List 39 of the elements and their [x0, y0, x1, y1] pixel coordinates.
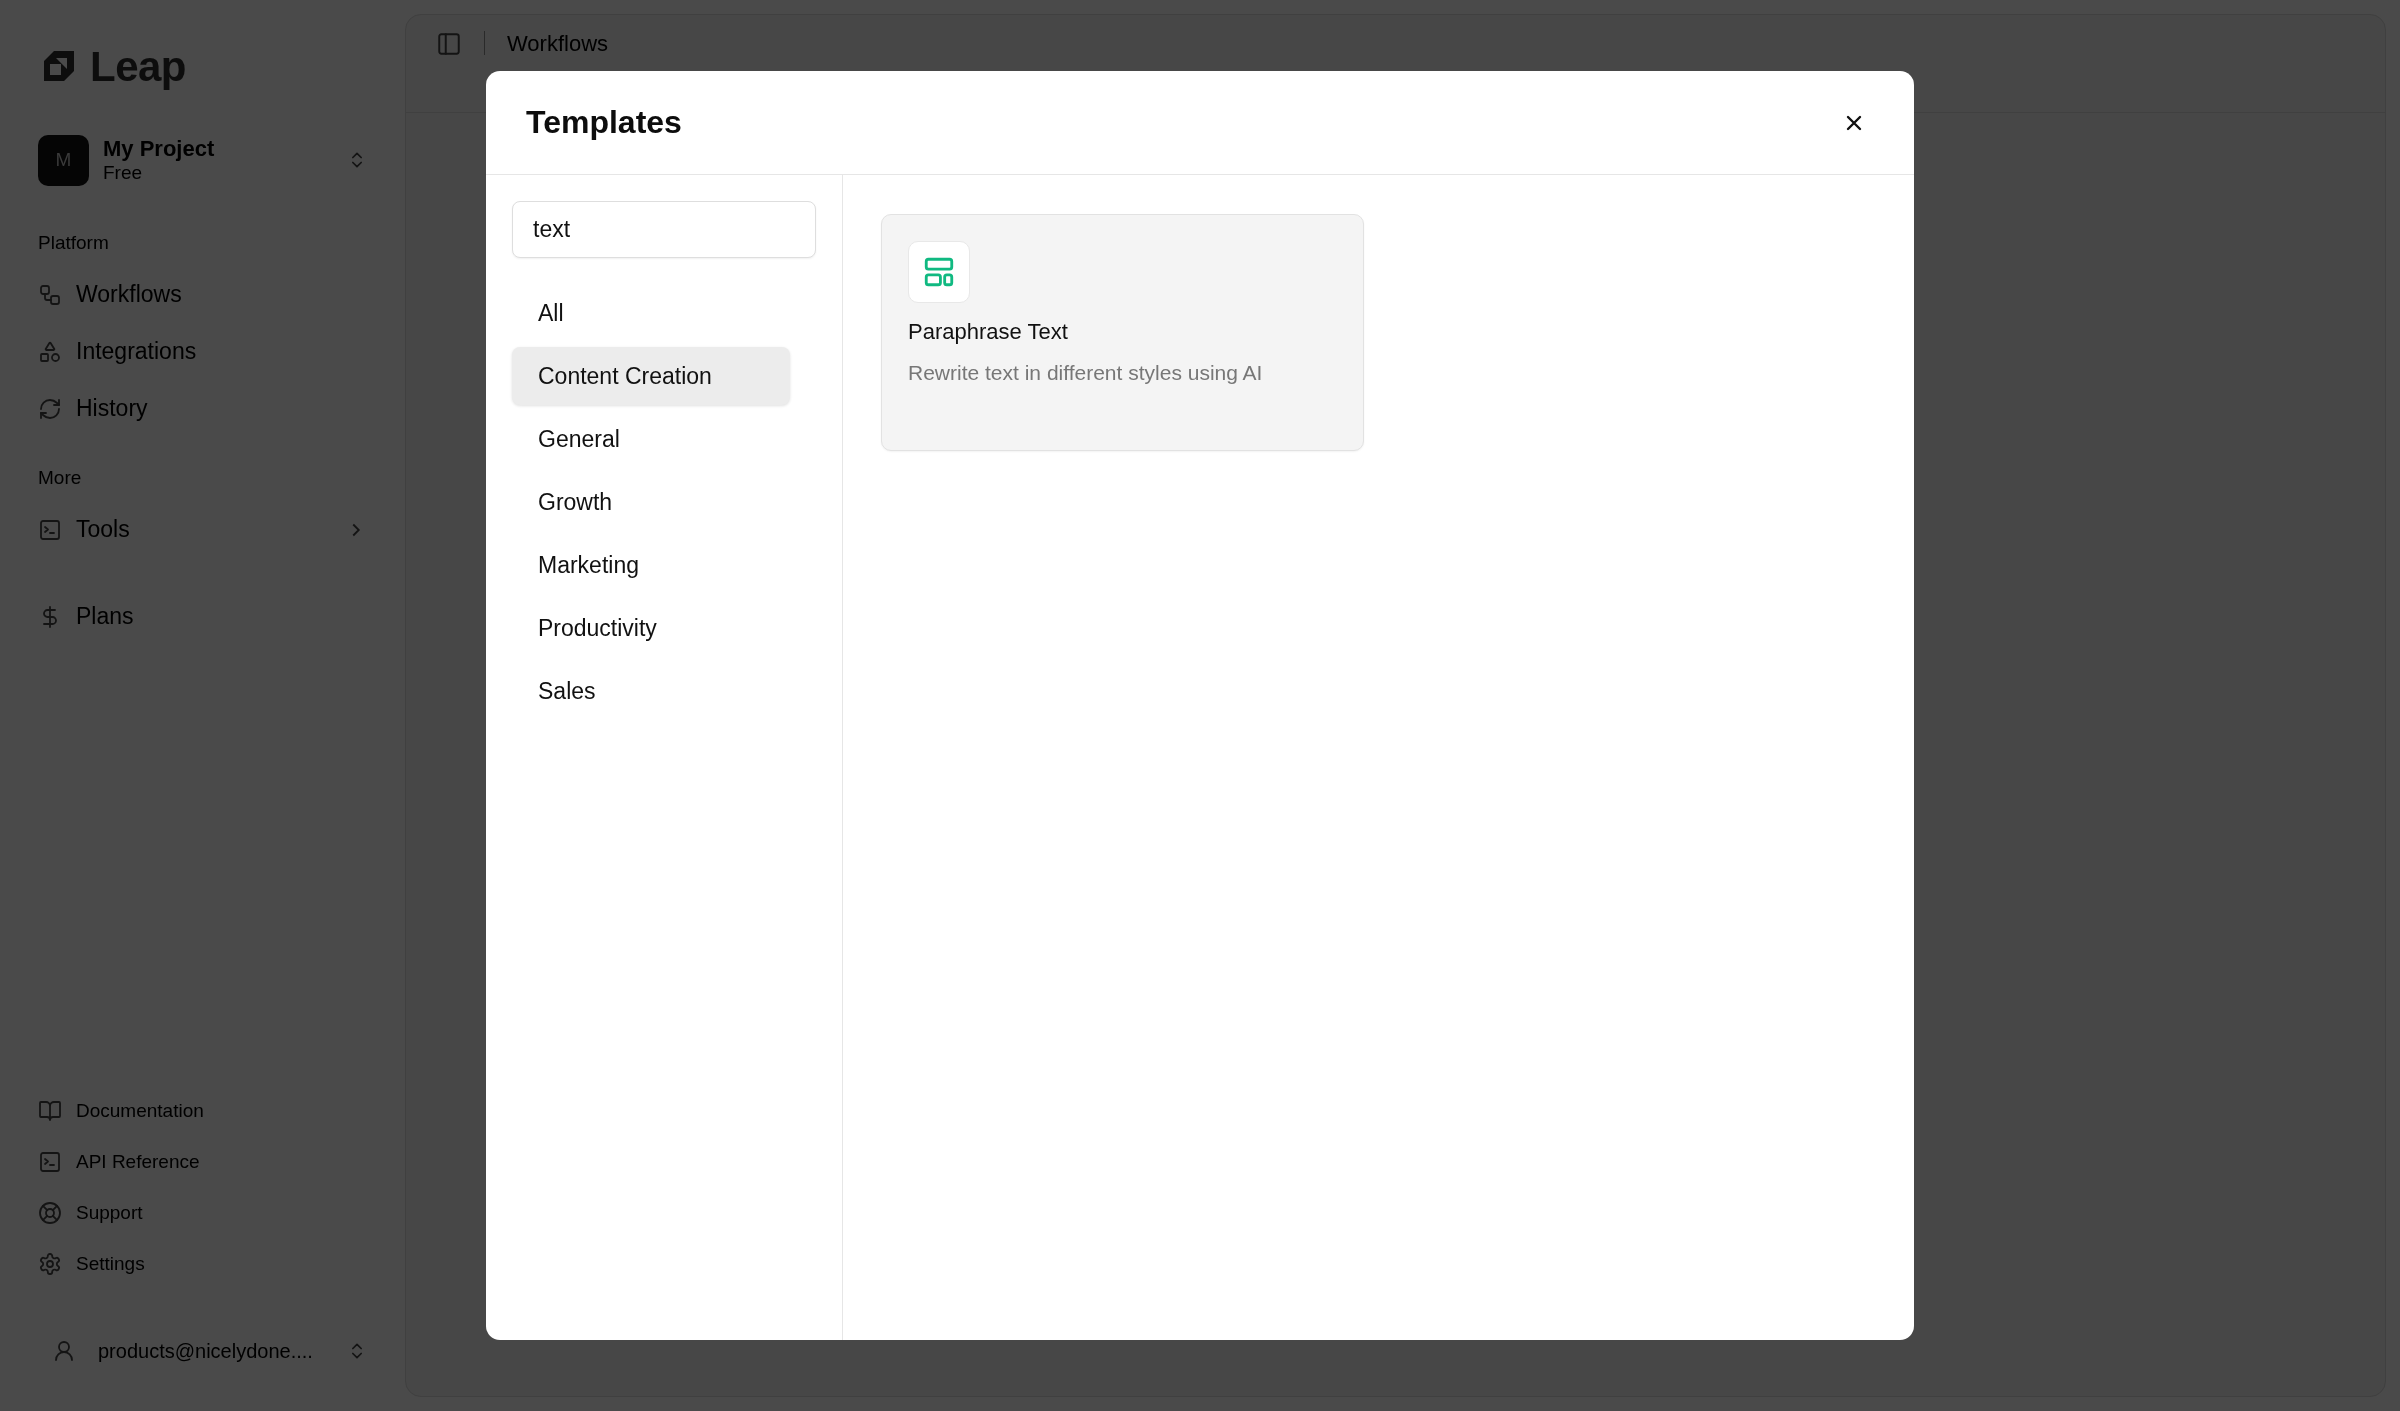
sidebar-toggle-icon[interactable] — [436, 31, 462, 57]
template-card[interactable]: Paraphrase Text Rewrite text in different styles using AI — [881, 214, 1364, 451]
nav-item[interactable]: Tools — [38, 501, 367, 558]
breadcrumb[interactable]: Workflows — [507, 31, 609, 57]
footer-link[interactable]: Settings — [38, 1238, 367, 1289]
refresh-icon — [38, 396, 62, 421]
nav-item[interactable]: Integrations — [38, 323, 367, 380]
category-item[interactable]: All — [512, 284, 790, 342]
shapes-icon — [38, 339, 62, 364]
nav-item[interactable]: History — [38, 380, 367, 437]
logo-text: Leap — [90, 43, 187, 91]
settings-icon — [38, 1251, 62, 1276]
nav-item[interactable]: Workflows — [38, 266, 367, 323]
section-label: Platform — [38, 232, 110, 254]
template-title: Paraphrase Text — [908, 319, 1069, 345]
category-item[interactable]: Sales — [512, 662, 790, 720]
terminal-icon — [38, 517, 62, 542]
project-name: My Project — [103, 136, 216, 162]
template-description: Rewrite text in different styles using AI — [908, 361, 1264, 385]
workflow-icon — [38, 282, 62, 307]
dialog-title: Templates — [526, 104, 682, 141]
lifebuoy-icon — [38, 1200, 62, 1225]
user-menu[interactable]: products@nicelydone.... — [38, 1321, 367, 1381]
section-label: More — [38, 467, 83, 489]
nav-item[interactable]: Plans — [38, 588, 367, 645]
terminal-icon — [38, 1149, 62, 1174]
footer-link[interactable]: Support — [38, 1187, 367, 1238]
layout-icon — [922, 255, 956, 289]
category-item[interactable]: Productivity — [512, 599, 790, 657]
footer-link[interactable]: Documentation — [38, 1085, 367, 1136]
footer-link[interactable]: API Reference — [38, 1136, 367, 1187]
category-item[interactable]: Marketing — [512, 536, 790, 594]
search-field[interactable]: text — [512, 201, 816, 258]
project-plan: Free — [103, 162, 144, 184]
book-icon — [38, 1098, 62, 1123]
category-item[interactable]: Growth — [512, 473, 790, 531]
user-icon — [52, 1339, 76, 1363]
category-item[interactable]: General — [512, 410, 790, 468]
category-item[interactable]: Content Creation — [512, 347, 790, 405]
